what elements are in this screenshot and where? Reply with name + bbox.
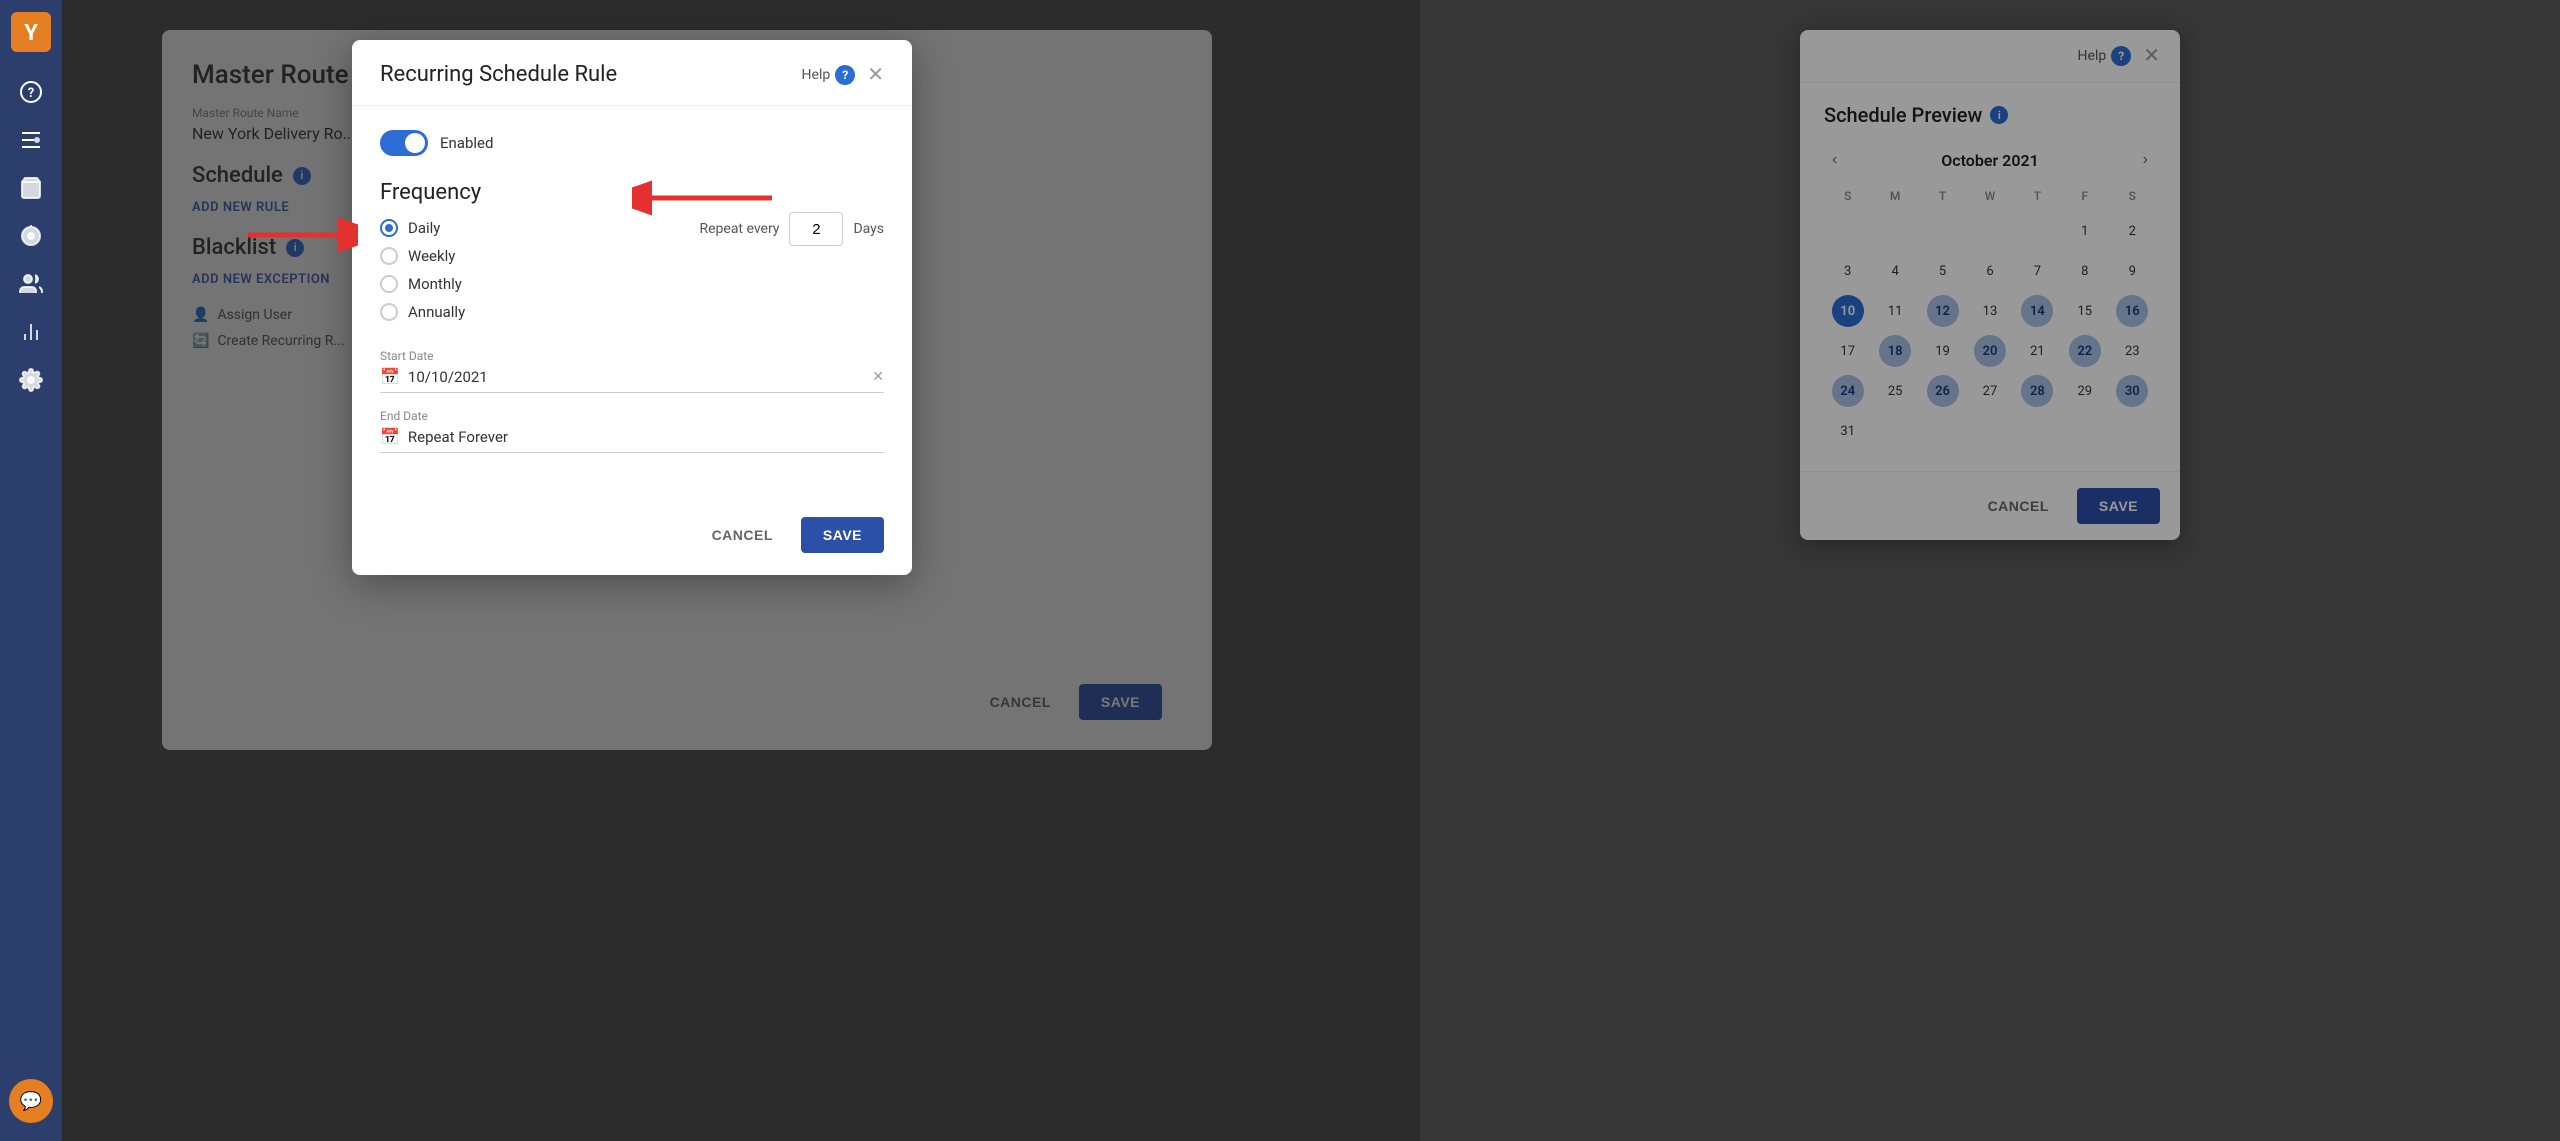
sidebar-item-cart[interactable] [9, 166, 53, 210]
frequency-radio-group: Daily Weekly Monthly Annually [380, 219, 659, 321]
radio-weekly-input[interactable] [380, 247, 398, 265]
dialog-close-button[interactable]: ✕ [867, 65, 884, 85]
sidebar-item-people[interactable] [9, 262, 53, 306]
dialog-title: Recurring Schedule Rule [380, 62, 617, 87]
radio-daily-input[interactable] [380, 219, 398, 237]
radio-monthly-input[interactable] [380, 275, 398, 293]
radio-monthly[interactable]: Monthly [380, 275, 659, 293]
main-area: Master Route Master Route Name New York … [62, 0, 2560, 1141]
dialog-help-button[interactable]: Help ? [802, 65, 856, 85]
repeat-every-input[interactable] [789, 212, 843, 246]
frequency-section: Frequency Daily Weekly Monthly [380, 180, 659, 321]
enabled-label: Enabled [440, 134, 493, 152]
radio-weekly-label: Weekly [408, 247, 455, 265]
repeat-unit-label: Days [853, 221, 884, 237]
enabled-toggle[interactable] [380, 130, 428, 156]
dialog-footer: CANCEL SAVE [352, 501, 912, 575]
frequency-arrow-indicator [238, 215, 358, 259]
dialog-header: Recurring Schedule Rule Help ? ✕ [352, 40, 912, 106]
start-date-value: 10/10/2021 [408, 368, 864, 386]
svg-text:Y: Y [24, 21, 38, 46]
start-date-input-row: 📅 10/10/2021 ✕ [380, 367, 884, 393]
frequency-title: Frequency [380, 180, 659, 205]
start-date-clear-button[interactable]: ✕ [872, 369, 884, 385]
sidebar: Y ? 💬 [0, 0, 62, 1141]
end-date-label: End Date [380, 409, 884, 423]
sidebar-item-help[interactable]: ? [9, 70, 53, 114]
end-date-input-row: 📅 Repeat Forever [380, 427, 884, 453]
enabled-toggle-row: Enabled [380, 130, 884, 156]
end-date-field: End Date 📅 Repeat Forever [380, 409, 884, 453]
radio-annually-label: Annually [408, 303, 465, 321]
radio-daily-label: Daily [408, 219, 440, 237]
radio-monthly-label: Monthly [408, 275, 462, 293]
dialog-body: Enabled Frequency Daily Weekly [352, 106, 912, 501]
sidebar-item-analytics[interactable] [9, 310, 53, 354]
radio-annually[interactable]: Annually [380, 303, 659, 321]
start-date-label: Start Date [380, 349, 884, 363]
main-dialog: Recurring Schedule Rule Help ? ✕ Enabled… [352, 40, 912, 575]
dialog-save-button[interactable]: SAVE [801, 517, 884, 553]
sidebar-item-dispatch[interactable] [9, 214, 53, 258]
help-circle-icon: ? [835, 65, 855, 85]
repeat-every-label: Repeat every [699, 221, 779, 237]
date-section: Start Date 📅 10/10/2021 ✕ End Date 📅 Rep… [380, 349, 884, 453]
start-date-field: Start Date 📅 10/10/2021 ✕ [380, 349, 884, 393]
sidebar-item-settings[interactable] [9, 358, 53, 402]
sidebar-logo[interactable]: Y [9, 10, 53, 54]
svg-text:?: ? [28, 86, 34, 101]
end-date-calendar-icon: 📅 [380, 427, 400, 446]
sidebar-item-routes[interactable] [9, 118, 53, 162]
radio-weekly[interactable]: Weekly [380, 247, 659, 265]
radio-annually-input[interactable] [380, 303, 398, 321]
radio-daily[interactable]: Daily [380, 219, 659, 237]
repeat-arrow-indicator [632, 178, 792, 222]
dialog-header-right: Help ? ✕ [802, 65, 884, 85]
end-date-value: Repeat Forever [408, 428, 884, 446]
sidebar-chat-button[interactable]: 💬 [9, 1079, 53, 1123]
dialog-help-label: Help [802, 67, 831, 83]
start-date-calendar-icon: 📅 [380, 367, 400, 386]
dialog-cancel-button[interactable]: CANCEL [696, 517, 789, 553]
